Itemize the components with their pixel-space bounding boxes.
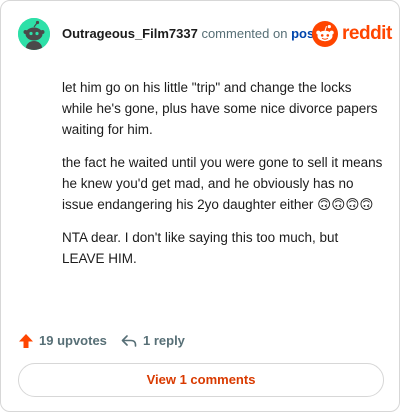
view-comments-button[interactable]: View 1 comments xyxy=(18,363,384,397)
user-avatar[interactable] xyxy=(18,18,50,50)
comment-paragraph: the fact he waited until you were gone t… xyxy=(62,155,383,212)
action-text: commented on xyxy=(201,26,288,41)
comment-body: let him go on his little "trip" and chan… xyxy=(62,77,384,281)
brand-wordmark: reddit xyxy=(342,23,392,44)
comment-paragraph: NTA dear. I don't like saying this too m… xyxy=(62,230,339,266)
username[interactable]: Outrageous_Film7337 xyxy=(62,26,198,41)
reply-arrow-icon xyxy=(121,335,137,347)
reddit-logo[interactable]: reddit xyxy=(312,21,392,47)
comment-header: Outrageous_Film7337 commented on post re… xyxy=(18,17,392,51)
comment-meta: Outrageous_Film7337 commented on post xyxy=(62,25,319,42)
comment-paragraph: let him go on his little "trip" and chan… xyxy=(62,80,378,137)
upvote-arrow-icon xyxy=(19,334,33,348)
reply-count: 1 reply xyxy=(143,333,185,348)
comment-card: Outrageous_Film7337 commented on post re… xyxy=(0,0,400,412)
comment-actions: 19 upvotes 1 reply xyxy=(18,331,384,351)
snoo-avatar-icon xyxy=(18,18,50,50)
upvote-count: 19 upvotes xyxy=(39,333,107,348)
reddit-snoo-icon xyxy=(312,21,338,47)
